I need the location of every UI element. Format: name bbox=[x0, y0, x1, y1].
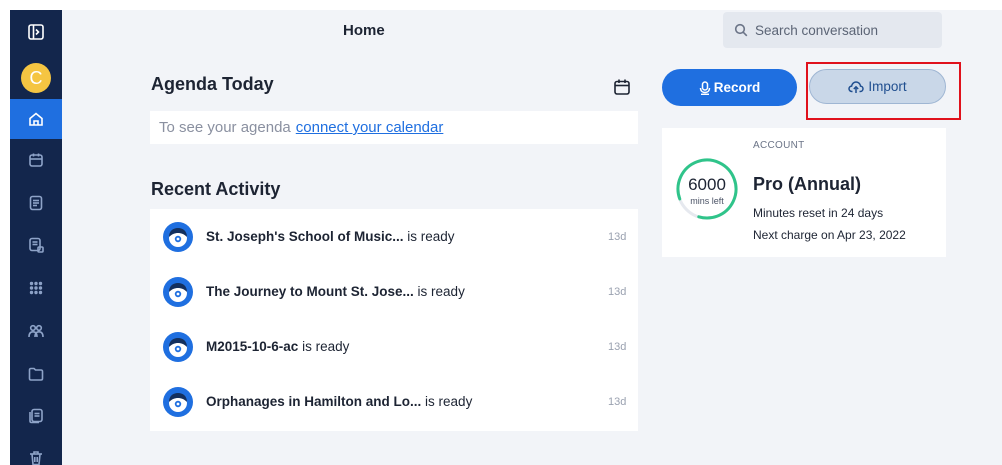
sidebar-item-calendar[interactable] bbox=[10, 140, 62, 180]
apps-grid-icon bbox=[29, 281, 43, 295]
bot-avatar-icon bbox=[163, 331, 193, 362]
folder-icon bbox=[28, 367, 44, 381]
plan-name: Pro (Annual) bbox=[753, 174, 861, 194]
search-box[interactable] bbox=[723, 12, 942, 48]
sidebar-item-shared[interactable] bbox=[10, 225, 62, 265]
account-card: ACCOUNT 6000 mins left Pro (Annual) Minu… bbox=[662, 128, 946, 257]
list-item[interactable]: St. Joseph's School of Music... is ready… bbox=[150, 209, 638, 264]
sidebar-item-apps[interactable] bbox=[10, 268, 62, 308]
list-item-status: is ready bbox=[407, 229, 455, 244]
highlight-annotation bbox=[806, 62, 961, 120]
sidebar: C bbox=[10, 10, 62, 465]
recent-activity-list: St. Joseph's School of Music... is ready… bbox=[150, 209, 638, 431]
page-title: Home bbox=[343, 22, 385, 39]
people-icon bbox=[28, 324, 44, 338]
agenda-calendar-button[interactable] bbox=[612, 77, 632, 97]
list-item-age: 13d bbox=[608, 395, 627, 408]
minutes-left-label: mins left bbox=[690, 196, 724, 206]
list-item-title: The Journey to Mount St. Jose... bbox=[206, 284, 414, 299]
avatar[interactable]: C bbox=[21, 63, 51, 93]
trash-icon bbox=[30, 451, 42, 465]
app-window: C Home Agenda T bbox=[10, 10, 1002, 465]
account-section-label: ACCOUNT bbox=[753, 140, 805, 151]
sidebar-item-notes[interactable] bbox=[10, 183, 62, 223]
bot-avatar-icon bbox=[163, 386, 193, 417]
connect-calendar-link[interactable]: connect your calendar bbox=[296, 119, 444, 136]
list-item-title: St. Joseph's School of Music... bbox=[206, 229, 404, 244]
home-icon bbox=[29, 112, 43, 126]
list-item-status: is ready bbox=[302, 339, 350, 354]
notes-icon bbox=[29, 195, 43, 211]
agenda-prompt-text: To see your agenda bbox=[159, 119, 291, 136]
list-item[interactable]: M2015-10-6-ac is ready 13d bbox=[150, 319, 638, 374]
agenda-prompt: To see your agenda connect your calendar bbox=[150, 111, 638, 144]
list-item-title: M2015-10-6-ac bbox=[206, 339, 299, 354]
search-input[interactable] bbox=[753, 21, 937, 39]
sidebar-toggle-button[interactable] bbox=[10, 12, 62, 52]
list-item-age: 13d bbox=[608, 230, 627, 243]
minutes-left-value: 6000 bbox=[688, 175, 726, 194]
search-icon bbox=[734, 23, 748, 37]
shared-notes-icon bbox=[29, 237, 44, 253]
list-item-status: is ready bbox=[425, 394, 473, 409]
calendar-icon bbox=[29, 153, 43, 167]
sidebar-item-people[interactable] bbox=[10, 311, 62, 351]
list-item-text: M2015-10-6-ac is ready bbox=[206, 339, 349, 354]
list-item-text: The Journey to Mount St. Jose... is read… bbox=[206, 284, 465, 299]
list-item-age: 13d bbox=[608, 340, 627, 353]
list-item-title: Orphanages in Hamilton and Lo... bbox=[206, 394, 422, 409]
list-item[interactable]: Orphanages in Hamilton and Lo... is read… bbox=[150, 374, 638, 429]
list-item-status: is ready bbox=[417, 284, 465, 299]
sidebar-toggle-icon bbox=[28, 24, 44, 40]
sidebar-item-trash[interactable] bbox=[10, 438, 62, 465]
bot-avatar-icon bbox=[163, 221, 193, 252]
list-item[interactable]: The Journey to Mount St. Jose... is read… bbox=[150, 264, 638, 319]
next-charge-text: Next charge on Apr 23, 2022 bbox=[753, 228, 906, 242]
calendar-icon bbox=[614, 79, 630, 95]
list-item-age: 13d bbox=[608, 285, 627, 298]
agenda-title: Agenda Today bbox=[151, 74, 274, 94]
sidebar-item-folders[interactable] bbox=[10, 354, 62, 394]
list-item-text: St. Joseph's School of Music... is ready bbox=[206, 229, 455, 244]
minutes-reset-text: Minutes reset in 24 days bbox=[753, 206, 884, 220]
microphone-icon bbox=[699, 80, 710, 95]
document-icon bbox=[29, 408, 43, 424]
sidebar-item-home[interactable] bbox=[10, 99, 62, 139]
list-item-text: Orphanages in Hamilton and Lo... is read… bbox=[206, 394, 472, 409]
record-button-label: Record bbox=[713, 80, 761, 95]
bot-avatar-icon bbox=[163, 276, 193, 307]
record-button[interactable]: Record bbox=[662, 69, 797, 106]
recent-activity-title: Recent Activity bbox=[151, 179, 281, 199]
avatar-letter: C bbox=[29, 67, 43, 88]
sidebar-item-import[interactable] bbox=[10, 396, 62, 436]
